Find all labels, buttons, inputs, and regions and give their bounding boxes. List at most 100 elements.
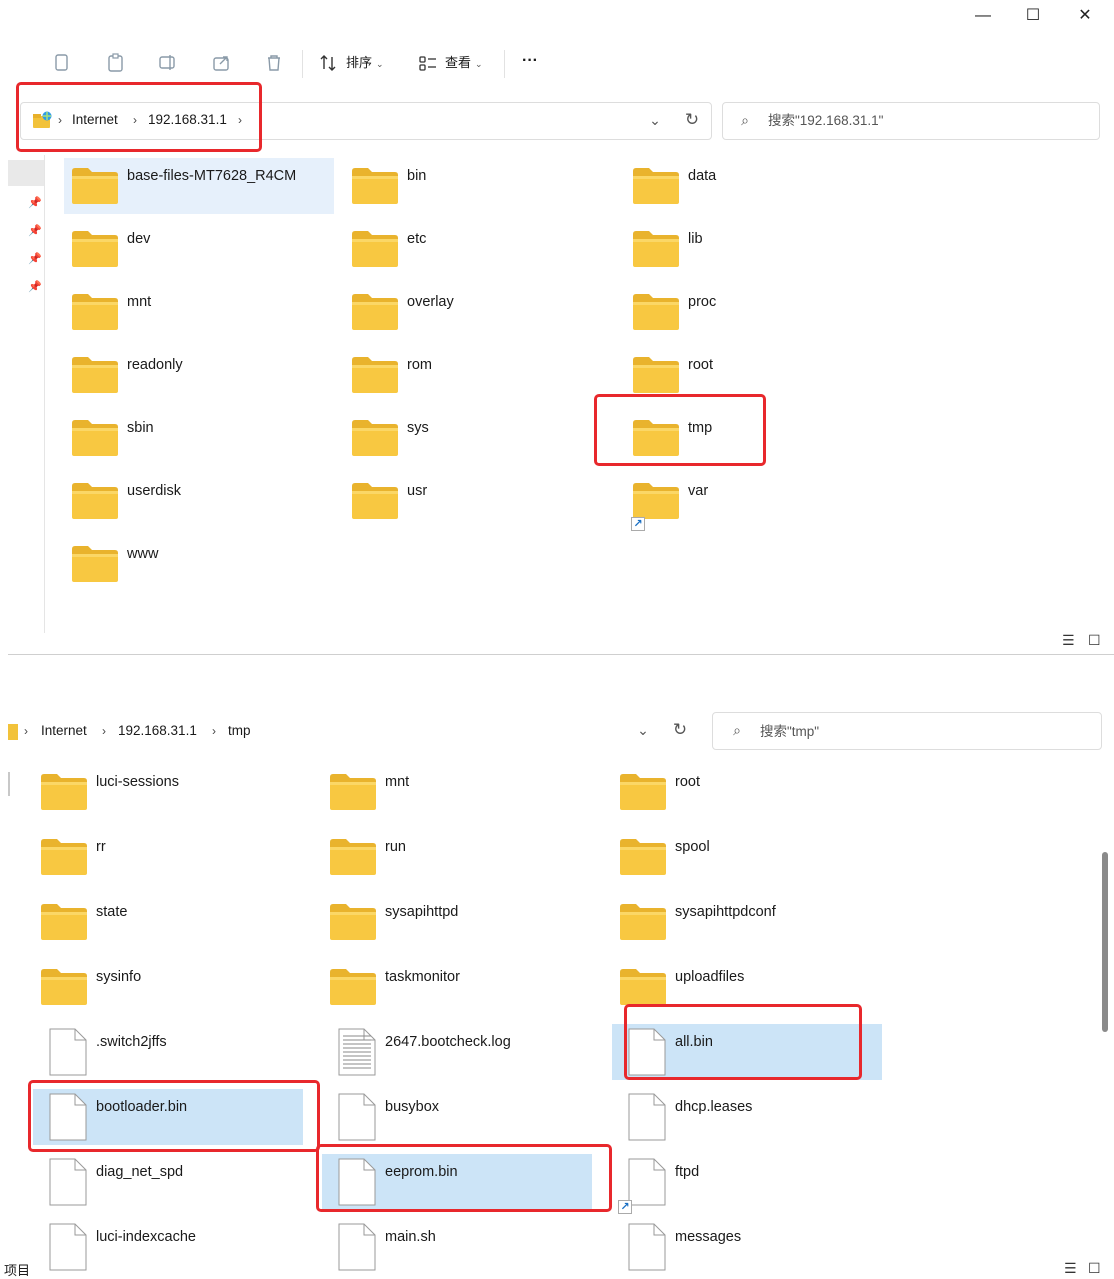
details-view-icon[interactable]: ☰ — [1062, 632, 1075, 649]
minimize-button[interactable]: — — [960, 4, 1006, 28]
item-label: .switch2jffs — [96, 1034, 167, 1050]
toolbar-separator — [504, 50, 505, 78]
item-label: root — [675, 774, 700, 790]
item-label: sysinfo — [96, 969, 142, 985]
breadcrumb-tmp[interactable]: tmp — [228, 721, 251, 741]
close-button[interactable]: ✕ — [1062, 4, 1108, 28]
item-label: dev — [127, 231, 151, 247]
folder-readonly[interactable]: readonly — [64, 347, 334, 403]
file-icon — [49, 1028, 87, 1076]
search-placeholder: 搜索"192.168.31.1" — [768, 113, 884, 128]
folder-location-icon — [8, 724, 18, 740]
folder-icon — [40, 838, 88, 876]
folder-base-files-mt7628-r4cm[interactable]: base-files-MT7628_R4CM — [64, 158, 334, 214]
folder-bin[interactable]: bin — [344, 158, 614, 214]
file-messages[interactable]: messages — [612, 1219, 882, 1275]
highlight-tmp-folder — [594, 394, 766, 466]
more-options-button[interactable]: ··· — [522, 50, 538, 72]
toolbar-separator — [302, 50, 303, 78]
folder-taskmonitor[interactable]: taskmonitor — [322, 959, 592, 1015]
delete-icon[interactable] — [264, 52, 284, 74]
item-label: luci-sessions — [96, 774, 179, 790]
folder-proc[interactable]: proc — [625, 284, 895, 340]
maximize-button[interactable]: ☐ — [1010, 4, 1056, 28]
folder-icon — [351, 167, 399, 205]
chevron-down-icon[interactable]: ⌄ — [634, 720, 652, 740]
paste-icon[interactable] — [106, 52, 126, 74]
folder-mnt[interactable]: mnt — [322, 764, 592, 820]
folder-overlay[interactable]: overlay — [344, 284, 614, 340]
file-switch2jffs[interactable]: .switch2jffs — [33, 1024, 303, 1080]
folder-icon — [351, 293, 399, 331]
refresh-icon[interactable]: ↻ — [682, 110, 702, 130]
item-label: rom — [407, 357, 432, 373]
file-busybox[interactable]: busybox — [322, 1089, 592, 1145]
item-label: busybox — [385, 1099, 440, 1115]
tiles-view-icon[interactable]: ☐ — [1088, 632, 1101, 649]
file-luci-indexcache[interactable]: luci-indexcache — [33, 1219, 303, 1275]
folder-icon — [632, 482, 680, 520]
folder-data[interactable]: data — [625, 158, 895, 214]
command-bar: 排序 ⌄ 查看 ⌄ ··· — [0, 40, 1114, 86]
vertical-scrollbar[interactable] — [1102, 852, 1108, 1032]
folder-luci-sessions[interactable]: luci-sessions — [33, 764, 303, 820]
file-dhcp-leases[interactable]: dhcp.leases — [612, 1089, 882, 1145]
tiles-view-icon[interactable]: ☐ — [1088, 1260, 1101, 1277]
folder-lib[interactable]: lib — [625, 221, 895, 277]
item-label: userdisk — [127, 483, 181, 499]
folder-spool[interactable]: spool — [612, 829, 882, 885]
folder-root[interactable]: root — [612, 764, 882, 820]
rename-icon[interactable] — [158, 52, 178, 74]
folder-www[interactable]: www — [64, 536, 334, 592]
folder-icon — [619, 773, 667, 811]
details-view-icon[interactable]: ☰ — [1064, 1260, 1077, 1277]
file-diag-net-spd[interactable]: diag_net_spd — [33, 1154, 303, 1210]
file-icon — [49, 1158, 87, 1206]
folder-icon — [351, 419, 399, 457]
sort-icon[interactable] — [318, 52, 338, 74]
search-icon: ⌕ — [733, 722, 741, 738]
folder-sysapihttpd[interactable]: sysapihttpd — [322, 894, 592, 950]
view-icon[interactable] — [418, 52, 438, 74]
folder-var[interactable]: ↗ var — [625, 473, 895, 531]
highlight-address — [16, 82, 262, 152]
item-label: sys — [407, 420, 429, 436]
folder-dev[interactable]: dev — [64, 221, 334, 277]
chevron-down-icon[interactable]: ⌄ — [646, 110, 664, 130]
folder-icon — [71, 230, 119, 268]
item-label: root — [688, 357, 713, 373]
pin-icon: 📌 — [28, 281, 42, 293]
folder-icon — [71, 167, 119, 205]
item-label: state — [96, 904, 128, 920]
item-label: taskmonitor — [385, 969, 460, 985]
folder-sbin[interactable]: sbin — [64, 410, 334, 466]
folder-icon — [40, 968, 88, 1006]
shortcut-arrow-icon: ↗ — [631, 517, 645, 531]
search-icon: ⌕ — [741, 112, 749, 128]
folder-run[interactable]: run — [322, 829, 592, 885]
folder-etc[interactable]: etc — [344, 221, 614, 277]
breadcrumb-ip[interactable]: 192.168.31.1 — [118, 721, 197, 741]
window-bottom-border — [8, 654, 1114, 655]
file-2647-bootcheck-log[interactable]: 2647.bootcheck.log — [322, 1024, 592, 1080]
share-icon[interactable] — [212, 52, 232, 74]
file-icon — [338, 1223, 376, 1271]
breadcrumb-internet[interactable]: Internet — [41, 721, 87, 741]
folder-mnt[interactable]: mnt — [64, 284, 334, 340]
folder-rom[interactable]: rom — [344, 347, 614, 403]
item-label: sbin — [127, 420, 154, 436]
folder-sysinfo[interactable]: sysinfo — [33, 959, 303, 1015]
sort-button[interactable]: 排序 ⌄ — [346, 52, 384, 75]
folder-sys[interactable]: sys — [344, 410, 614, 466]
folder-usr[interactable]: usr — [344, 473, 614, 529]
copy-icon[interactable] — [52, 52, 72, 74]
file-ftpd[interactable]: ↗ ftpd — [612, 1154, 882, 1214]
folder-userdisk[interactable]: userdisk — [64, 473, 334, 529]
nav-pane-selected[interactable] — [8, 160, 44, 186]
refresh-icon[interactable]: ↻ — [670, 720, 690, 740]
file-main-sh[interactable]: main.sh — [322, 1219, 592, 1275]
folder-sysapihttpdconf[interactable]: sysapihttpdconf — [612, 894, 882, 950]
view-button[interactable]: 查看 ⌄ — [445, 52, 483, 75]
folder-rr[interactable]: rr — [33, 829, 303, 885]
folder-state[interactable]: state — [33, 894, 303, 950]
